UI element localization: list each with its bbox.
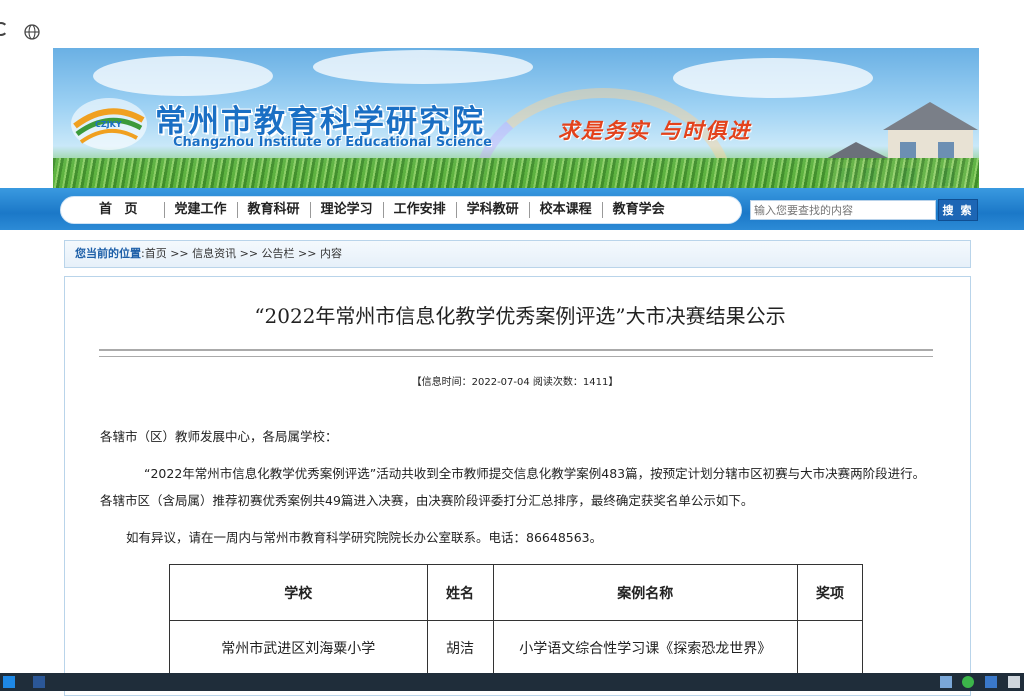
nav-item-subject-teaching[interactable]: 学科教研: [457, 202, 530, 218]
column-header-name: 姓名: [426, 564, 494, 621]
site-slogan: 求是务实 与时俱进: [558, 118, 752, 143]
word-app-icon[interactable]: [33, 676, 45, 688]
nav-item-research[interactable]: 教育科研: [238, 202, 311, 218]
results-table: 学校 姓名 案例名称 奖项 常州市武进区刘海粟小学 胡洁 小学语文综合性学习课《…: [169, 564, 863, 676]
logo-text: CZJKY: [95, 120, 122, 129]
article-meta: 【信息时间：2022-07-04 阅读次数：1411】: [411, 377, 619, 388]
salutation-paragraph: 各辖市（区）教师发展中心，各局属学校：: [100, 429, 338, 444]
contact-paragraph: 如有异议，请在一周内与常州市教育科学研究院院长办公室联系。电话：86648563…: [126, 530, 603, 545]
table-row: 常州市武进区刘海粟小学 胡洁 小学语文综合性学习课《探索恐龙世界》: [169, 620, 863, 676]
article-title: “2022年常州市信息化教学优秀案例评选”大市决赛结果公示: [254, 304, 786, 328]
search-button[interactable]: 搜 索: [938, 199, 978, 221]
refresh-icon[interactable]: [0, 22, 8, 36]
title-divider: [99, 349, 933, 351]
cloud-decoration: [93, 56, 273, 96]
nav-item-education-society[interactable]: 教育学会: [603, 202, 675, 218]
wechat-tray-icon[interactable]: [962, 676, 974, 688]
windows-start-icon[interactable]: [3, 676, 15, 688]
nav-item-theory-study[interactable]: 理论学习: [311, 202, 384, 218]
site-banner: CZJKY 常州市教育科学研究院 Changzhou Institute of …: [53, 48, 979, 188]
breadcrumb: 您当前的位置:首页 >> 信息资讯 >> 公告栏 >> 内容: [64, 240, 971, 268]
title-divider: [99, 356, 933, 357]
breadcrumb-lead: 您当前的位置: [75, 247, 141, 260]
institute-logo: CZJKY: [71, 98, 147, 150]
nav-item-school-curriculum[interactable]: 校本课程: [530, 202, 603, 218]
table-cell-award: [797, 620, 863, 676]
nav-item-party-building[interactable]: 党建工作: [165, 202, 238, 218]
cloud-decoration: [313, 50, 533, 84]
site-title-english: Changzhou Institute of Educational Scien…: [173, 135, 492, 150]
grass-decoration: [53, 158, 979, 188]
body-paragraph: “2022年常州市信息化教学优秀案例评选”活动共收到全市教师提交信息化教学案例4…: [100, 466, 926, 508]
column-header-award: 奖项: [797, 564, 863, 621]
browser-toolbar: [0, 0, 1024, 48]
main-menu: 首 页 党建工作 教育科研 理论学习 工作安排 学科教研 校本课程 教育学会: [60, 196, 742, 224]
column-header-case-title: 案例名称: [492, 564, 799, 621]
nav-item-home[interactable]: 首 页: [79, 202, 165, 218]
nav-item-work-schedule[interactable]: 工作安排: [384, 202, 457, 218]
breadcrumb-path[interactable]: :首页 >> 信息资讯 >> 公告栏 >> 内容: [141, 247, 342, 260]
security-tray-icon[interactable]: [985, 676, 997, 688]
notification-tray-icon[interactable]: [1008, 676, 1020, 688]
tray-app-icon[interactable]: [940, 676, 952, 688]
globe-icon[interactable]: [24, 24, 40, 40]
table-cell-name: 胡洁: [426, 620, 494, 676]
search-input[interactable]: [750, 200, 936, 220]
table-header-row: 学校 姓名 案例名称 奖项: [169, 564, 863, 621]
column-header-school: 学校: [169, 564, 428, 621]
cloud-decoration: [673, 58, 873, 98]
taskbar: [0, 673, 1024, 691]
table-cell-case-title: 小学语文综合性学习课《探索恐龙世界》: [492, 620, 799, 676]
table-cell-school: 常州市武进区刘海粟小学: [169, 620, 428, 676]
